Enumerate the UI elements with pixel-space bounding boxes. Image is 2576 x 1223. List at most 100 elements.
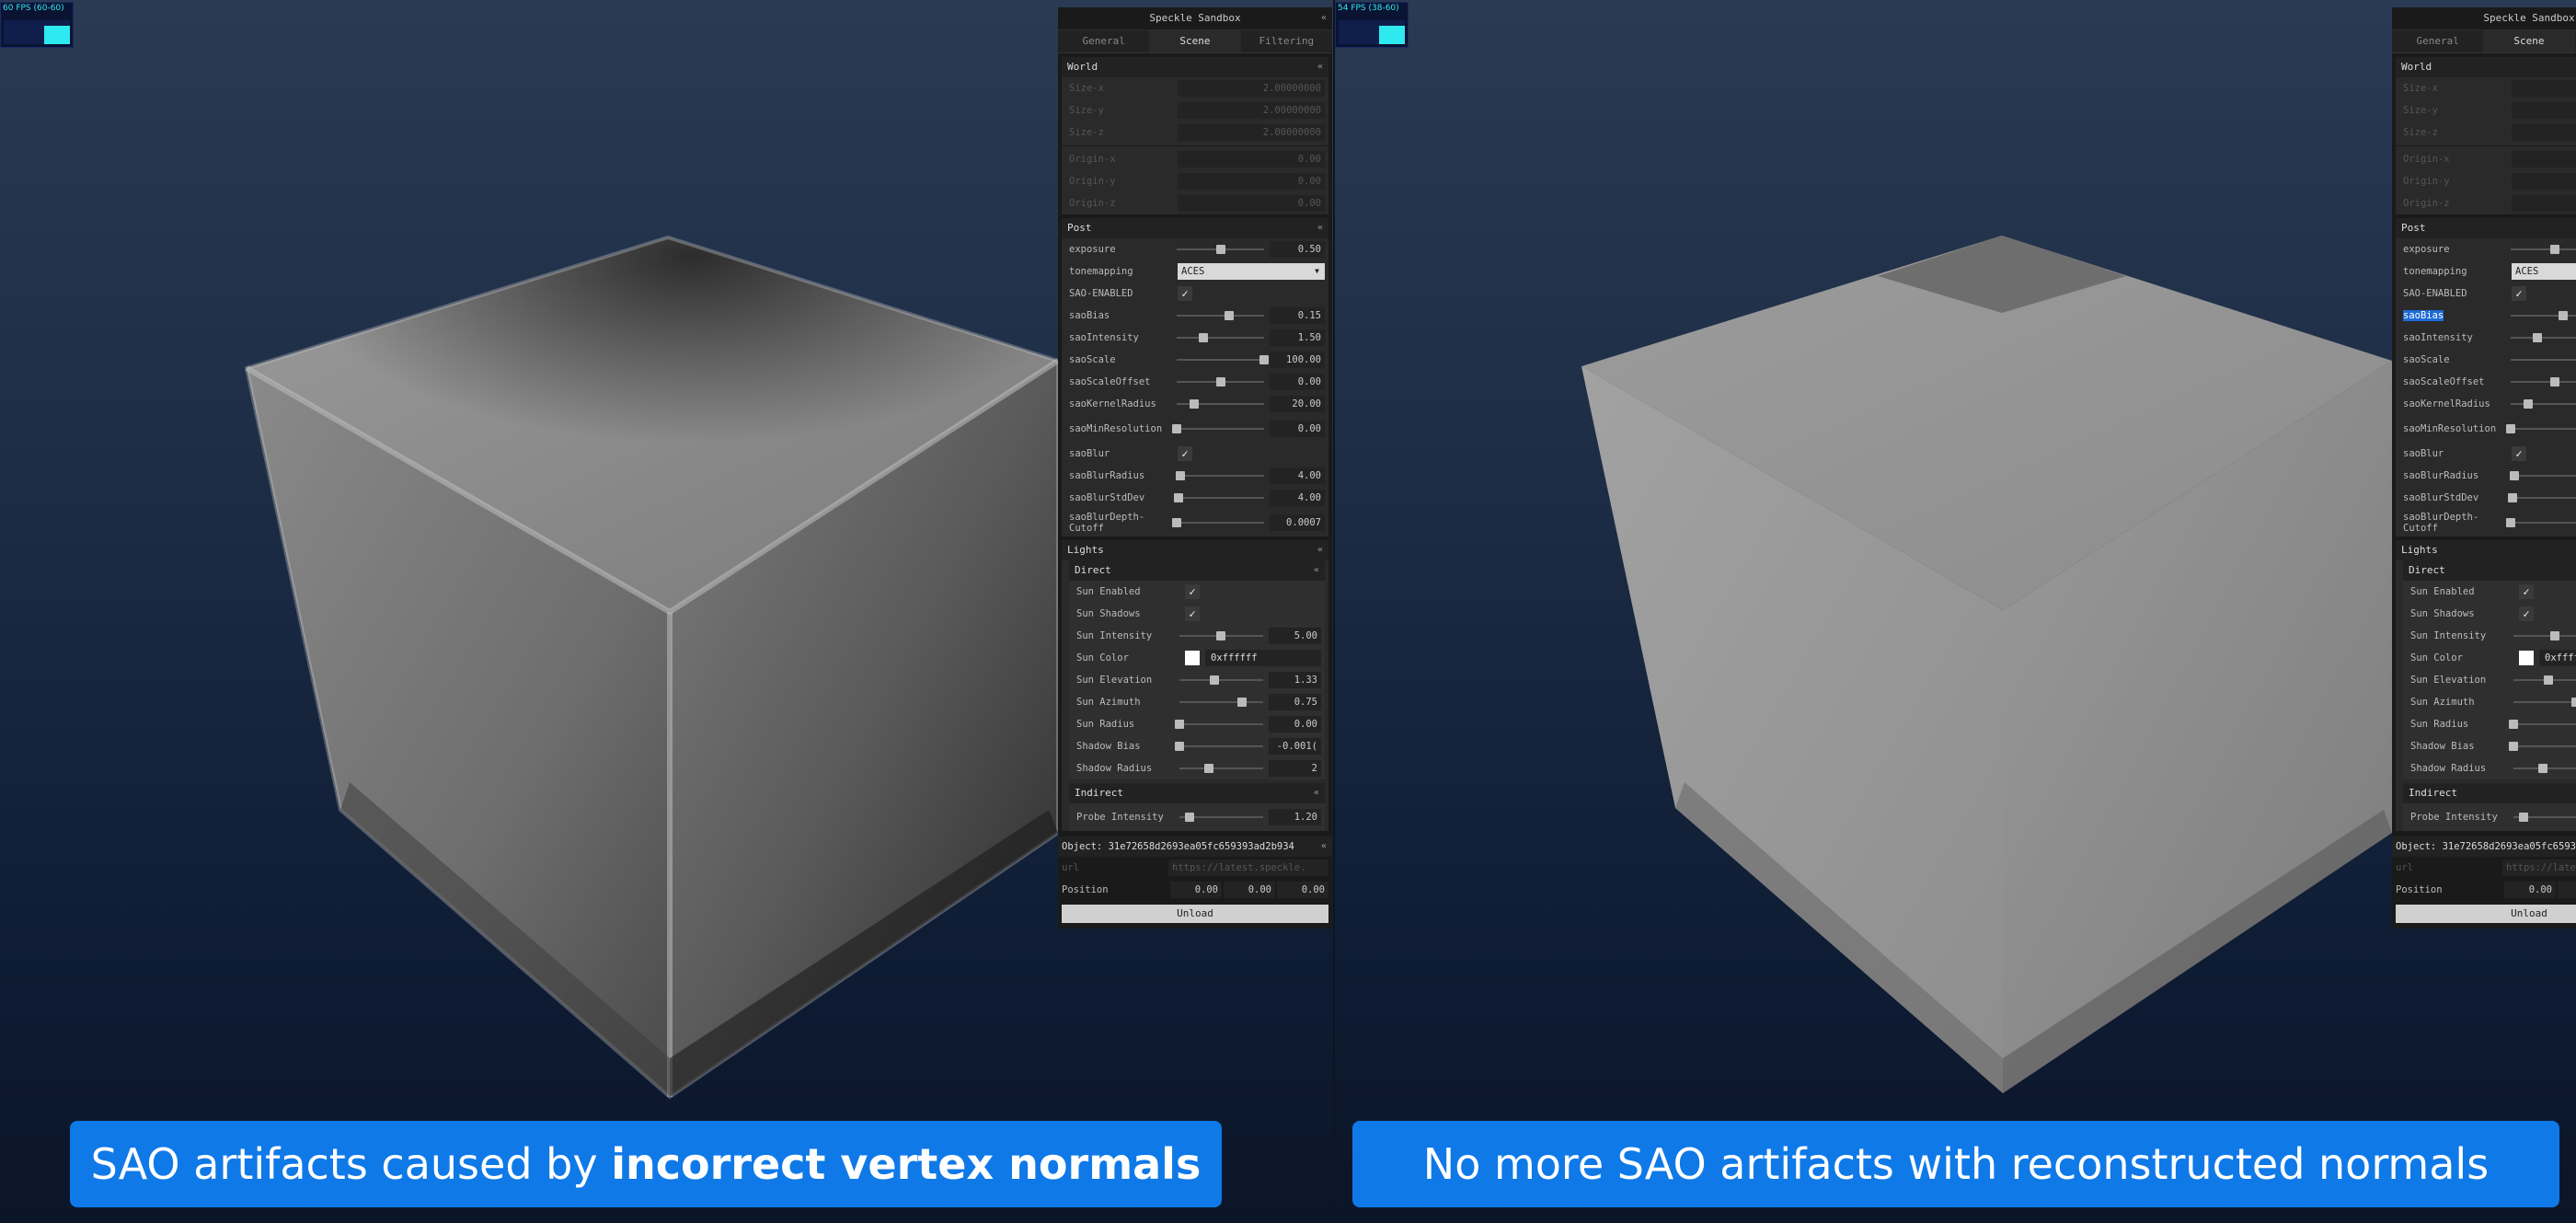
slider-knob[interactable] <box>2506 518 2516 527</box>
slider-knob[interactable] <box>2532 333 2542 342</box>
lights-folder-header[interactable]: Lights« <box>2396 540 2576 560</box>
saokernelradius-slider[interactable] <box>1177 396 1265 412</box>
slider-knob[interactable] <box>2537 764 2547 773</box>
slider-knob[interactable] <box>2559 311 2569 320</box>
probe-intensity-value[interactable]: 1.20 <box>1268 809 1321 825</box>
origin-z-field[interactable]: 0.00 <box>2512 195 2576 212</box>
tab-general[interactable]: General <box>2392 30 2483 52</box>
slider-knob[interactable] <box>1172 518 1182 527</box>
size-x-field[interactable]: 2.00000000 <box>1178 80 1325 97</box>
sun-color-value[interactable]: 0xffffff <box>2539 650 2576 666</box>
origin-x-field[interactable]: 0.00 <box>1178 151 1325 167</box>
exposure-value[interactable]: 0.50 <box>1270 241 1325 258</box>
sao-enabled-checkbox[interactable]: ✓ <box>1178 286 1192 301</box>
world-folder-header[interactable]: World« <box>1062 57 1328 77</box>
direct-folder-header[interactable]: Direct « <box>1069 560 1325 581</box>
panel-title[interactable]: Speckle Sandbox « <box>2392 7 2576 30</box>
saominresolution-value[interactable]: 0.00 <box>1270 421 1325 437</box>
sao-enabled-checkbox[interactable]: ✓ <box>2512 286 2526 301</box>
saoblurradius-value[interactable]: 4.00 <box>1270 467 1325 484</box>
slider-knob[interactable] <box>1175 471 1185 480</box>
position-y-field[interactable]: 0.00 <box>1224 882 1275 898</box>
saoblurstddev-value[interactable]: 4.00 <box>1270 490 1325 506</box>
unload-button[interactable]: Unload <box>2396 905 2576 923</box>
saominresolution-slider[interactable] <box>2506 421 2576 437</box>
slider-knob[interactable] <box>2571 698 2576 707</box>
sun-intensity-slider[interactable] <box>2513 628 2576 644</box>
slider-knob[interactable] <box>1259 355 1270 364</box>
tonemapping-select[interactable]: ACES▼ <box>1178 263 1325 280</box>
saoblurradius-slider[interactable] <box>2509 467 2576 484</box>
sun-elevation-value[interactable]: 1.33 <box>1268 672 1321 688</box>
slider-knob[interactable] <box>1225 311 1235 320</box>
saobias-slider[interactable] <box>1177 307 1265 324</box>
origin-y-field[interactable]: 0.00 <box>2512 173 2576 190</box>
tab-filtering[interactable]: Filtering <box>1241 30 1332 52</box>
shadow-radius-value[interactable]: 2 <box>1268 760 1321 777</box>
origin-z-field[interactable]: 0.00 <box>1178 195 1325 212</box>
slider-knob[interactable] <box>1203 764 1213 773</box>
object-header[interactable]: Object: 31e72658d2693ea05fc659393ad2b934… <box>2392 836 2576 857</box>
slider-knob[interactable] <box>1210 675 1220 685</box>
sun-shadows-checkbox[interactable]: ✓ <box>1185 606 1200 621</box>
post-folder-header[interactable]: Post« <box>2396 218 2576 238</box>
saoblur-checkbox[interactable]: ✓ <box>1178 446 1192 461</box>
slider-knob[interactable] <box>2549 377 2559 387</box>
saointensity-slider[interactable] <box>2511 329 2576 346</box>
slider-knob[interactable] <box>2518 813 2528 822</box>
sun-intensity-value[interactable]: 5.00 <box>1268 628 1321 644</box>
saokernelradius-slider[interactable] <box>2511 396 2576 412</box>
collapse-icon[interactable]: « <box>1321 7 1327 29</box>
saointensity-value[interactable]: 1.50 <box>1270 329 1325 346</box>
panel-title[interactable]: Speckle Sandbox « <box>1058 7 1332 30</box>
slider-knob[interactable] <box>2524 399 2534 409</box>
sun-color-value[interactable]: 0xffffff <box>1205 650 1321 666</box>
exposure-slider[interactable] <box>1177 241 1265 258</box>
saoscale-slider[interactable] <box>1177 352 1270 368</box>
sun-elevation-slider[interactable] <box>1179 672 1263 688</box>
shadow-bias-slider[interactable] <box>2508 738 2576 755</box>
indirect-folder-header[interactable]: Indirect« <box>2403 783 2576 803</box>
saoblurstddev-slider[interactable] <box>2508 490 2576 506</box>
url-field[interactable]: https://latest.speckle. <box>2502 860 2576 876</box>
unload-button[interactable]: Unload <box>1062 905 1328 923</box>
world-folder-header[interactable]: World« <box>2396 57 2576 77</box>
sun-azimuth-slider[interactable] <box>2513 694 2576 710</box>
saominresolution-slider[interactable] <box>1172 421 1265 437</box>
slider-knob[interactable] <box>2509 471 2519 480</box>
slider-knob[interactable] <box>1216 631 1226 640</box>
slider-knob[interactable] <box>1237 698 1248 707</box>
origin-y-field[interactable]: 0.00 <box>1178 173 1325 190</box>
size-y-field[interactable]: 2.00000000 <box>2512 102 2576 119</box>
lights-folder-header[interactable]: Lights« <box>1062 540 1328 560</box>
size-z-field[interactable]: 2.00000000 <box>2512 124 2576 141</box>
left-viewport[interactable]: 60 FPS (60-60) Speckle Sandbox « General… <box>0 0 1333 1223</box>
saoscale-slider[interactable] <box>2511 352 2576 368</box>
tab-general[interactable]: General <box>1058 30 1149 52</box>
saoblurdepthcutoff-slider[interactable] <box>1172 514 1265 531</box>
size-z-field[interactable]: 2.00000000 <box>1178 124 1325 141</box>
saoblurdepthcutoff-slider[interactable] <box>2506 514 2576 531</box>
sun-azimuth-value[interactable]: 0.75 <box>1268 694 1321 710</box>
saoblurradius-slider[interactable] <box>1175 467 1265 484</box>
tab-scene[interactable]: Scene <box>2483 30 2575 52</box>
right-viewport[interactable]: 54 FPS (38-60) Speckle Sandbox « General… <box>1335 0 2576 1223</box>
saoscaleoffset-slider[interactable] <box>1177 374 1265 390</box>
sun-color-swatch[interactable] <box>2519 651 2534 665</box>
sun-radius-value[interactable]: 0.00 <box>1268 716 1321 733</box>
saoblurstddev-slider[interactable] <box>1174 490 1265 506</box>
sun-intensity-slider[interactable] <box>1179 628 1263 644</box>
slider-knob[interactable] <box>2550 631 2560 640</box>
shadow-bias-slider[interactable] <box>1174 738 1263 755</box>
slider-knob[interactable] <box>1190 399 1200 409</box>
saokernelradius-value[interactable]: 20.00 <box>1270 396 1325 412</box>
sun-color-swatch[interactable] <box>1185 651 1200 665</box>
slider-knob[interactable] <box>2549 245 2559 254</box>
tonemapping-select[interactable]: ACES▼ <box>2512 263 2576 280</box>
saoscaleoffset-value[interactable]: 0.00 <box>1270 374 1325 390</box>
exposure-slider[interactable] <box>2511 241 2576 258</box>
sun-radius-slider[interactable] <box>2508 716 2576 733</box>
slider-knob[interactable] <box>2508 742 2518 751</box>
object-header[interactable]: Object: 31e72658d2693ea05fc659393ad2b934… <box>1058 836 1332 857</box>
shadow-radius-slider[interactable] <box>1179 760 1263 777</box>
